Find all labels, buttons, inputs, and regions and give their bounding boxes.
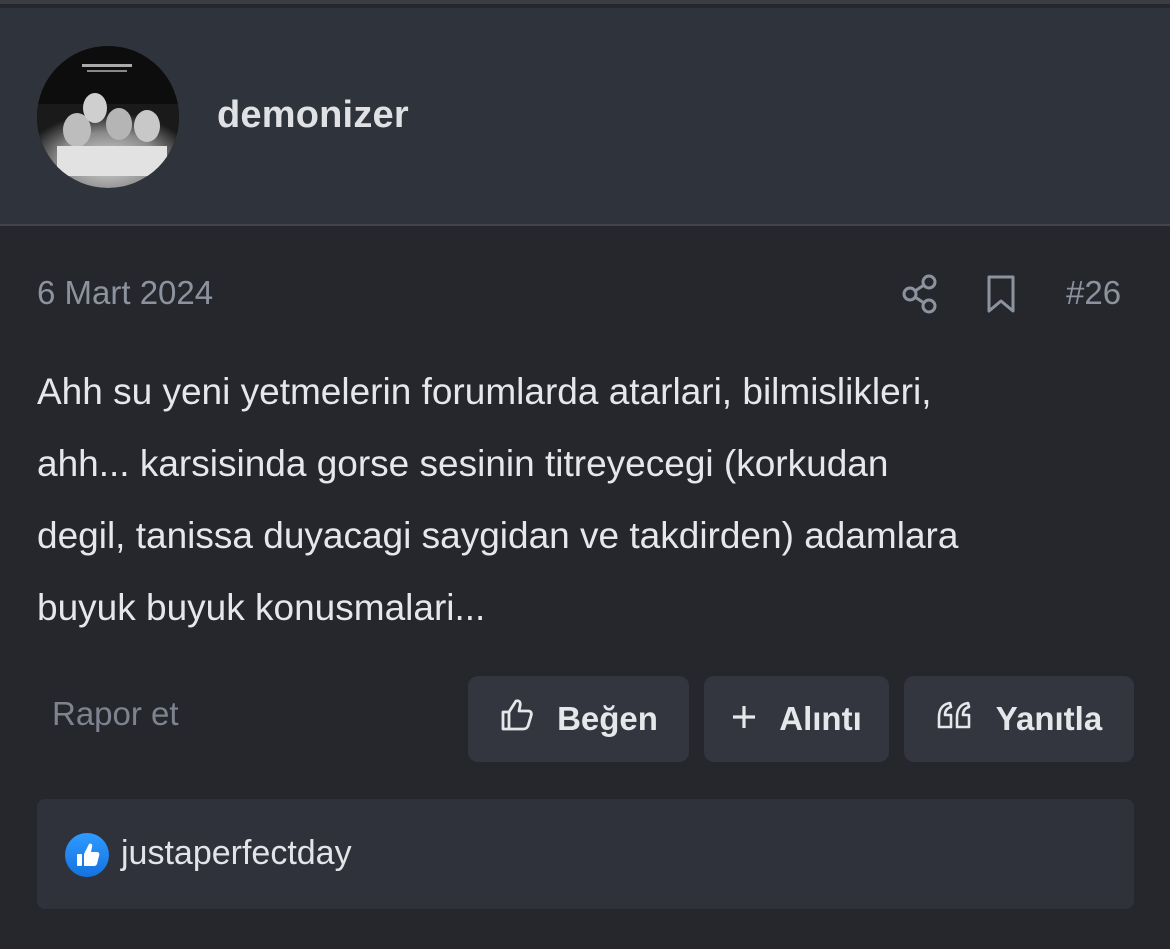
post-number-link[interactable]: #26: [1066, 274, 1121, 312]
reply-button[interactable]: Yanıtla: [904, 676, 1134, 762]
like-reaction-icon: [65, 833, 109, 877]
thumbs-up-icon: [499, 697, 535, 741]
post-user-header: demonizer: [0, 8, 1170, 226]
post-body: Ahh su yeni yetmelerin forumlarda atarla…: [37, 371, 959, 628]
quote-marks-icon: [936, 700, 974, 738]
quote-button-label: Alıntı: [779, 700, 862, 737]
like-button-label: Beğen: [557, 700, 658, 737]
user-avatar[interactable]: [37, 46, 179, 188]
reaction-user-link[interactable]: justaperfectday: [121, 834, 352, 873]
plus-icon: [731, 700, 757, 738]
bookmark-icon[interactable]: [983, 272, 1019, 316]
quote-button[interactable]: Alıntı: [704, 676, 889, 762]
post-container: demonizer 6 Mart 2024 #26 Ahh su yeni ye…: [0, 0, 1170, 949]
reactions-bar: justaperfectday: [37, 799, 1134, 909]
user-avatar-image: [37, 46, 179, 188]
username[interactable]: demonizer: [217, 94, 409, 137]
share-icon[interactable]: [900, 272, 940, 316]
post-date[interactable]: 6 Mart 2024: [37, 274, 213, 312]
report-link[interactable]: Rapor et: [52, 695, 179, 733]
like-button[interactable]: Beğen: [468, 676, 689, 762]
reply-button-label: Yanıtla: [995, 700, 1103, 737]
